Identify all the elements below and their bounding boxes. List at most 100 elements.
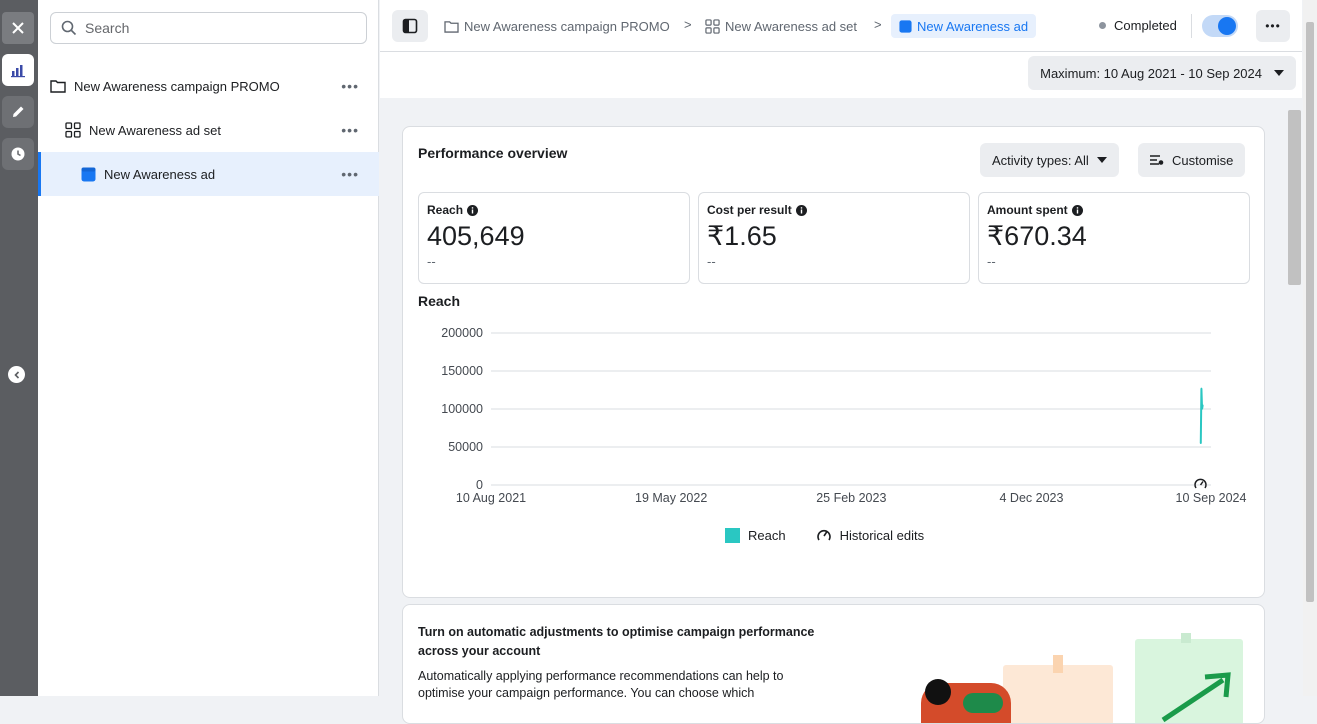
breadcrumb-campaign[interactable]: New Awareness campaign PROMO <box>444 14 670 38</box>
page-scrollbar-thumb[interactable] <box>1306 22 1314 602</box>
legend-label: Historical edits <box>839 527 925 543</box>
metric-change: -- <box>707 254 716 269</box>
legend-item-historical-edits[interactable]: Historical edits <box>816 527 925 543</box>
more-label: ••• <box>1265 19 1281 33</box>
caret-down-icon <box>1096 157 1107 163</box>
data-point <box>1200 387 1203 390</box>
recommendation-title: Turn on automatic adjustments to optimis… <box>418 625 815 658</box>
metric-label: Amount spent <box>987 203 1068 217</box>
pencil-icon <box>13 106 24 117</box>
breadcrumb-label: New Awareness ad <box>917 18 1029 34</box>
more-options-button[interactable]: ••• <box>341 166 359 182</box>
more-options-button[interactable]: ••• <box>341 122 359 138</box>
date-range-button[interactable]: Maximum: 10 Aug 2021 - 10 Sep 2024 <box>1028 56 1296 90</box>
chevron-left-icon <box>13 370 19 379</box>
ad-icon <box>899 19 912 33</box>
y-tick-label: 150000 <box>441 364 483 378</box>
tree-item-campaign[interactable]: New Awareness campaign PROMO ••• <box>38 64 379 108</box>
data-point <box>1199 442 1202 444</box>
chevron-right-icon: > <box>874 17 882 32</box>
ad-icon <box>81 167 96 182</box>
legend-item-reach[interactable]: Reach <box>725 527 786 543</box>
x-tick-label: 4 Dec 2023 <box>1000 491 1064 505</box>
close-button[interactable] <box>2 12 34 44</box>
performance-overview-card: Performance overview Activity types: All… <box>402 126 1265 598</box>
metric-change: -- <box>987 254 996 269</box>
data-point <box>1201 404 1204 406</box>
caret-down-icon <box>1274 70 1284 76</box>
metric-change: -- <box>427 254 436 269</box>
y-tick-label: 100000 <box>441 402 483 416</box>
tree-item-adset[interactable]: New Awareness ad set ••• <box>38 108 379 152</box>
tree-item-label: New Awareness campaign PROMO <box>74 78 280 94</box>
series-line-reach <box>1199 388 1204 444</box>
breadcrumb-adset[interactable]: New Awareness ad set <box>705 14 857 38</box>
date-bar: Maximum: 10 Aug 2021 - 10 Sep 2024 <box>380 52 1302 98</box>
metric-label: Reach <box>427 203 464 217</box>
search-icon <box>61 20 77 36</box>
activity-types-dropdown[interactable]: Activity types: All <box>980 143 1119 177</box>
customise-label: Customise <box>1172 152 1234 168</box>
folder-icon <box>444 20 459 33</box>
y-tick-label: 200000 <box>441 326 483 340</box>
y-tick-label: 0 <box>476 478 483 492</box>
content-scrollbar-thumb[interactable] <box>1288 110 1301 285</box>
customise-icon <box>1150 155 1164 165</box>
bar-chart-icon <box>11 65 25 78</box>
customise-button[interactable]: Customise <box>1138 143 1246 177</box>
metric-value: ₹670.34 <box>987 221 1087 251</box>
breadcrumb-label: New Awareness ad set <box>725 18 857 34</box>
date-range-label: Maximum: 10 Aug 2021 - 10 Sep 2024 <box>1040 65 1262 81</box>
more-options-button[interactable]: ••• <box>1256 10 1290 42</box>
tree-item-label: New Awareness ad set <box>89 122 221 138</box>
performance-tab-button[interactable] <box>2 54 34 86</box>
more-options-button[interactable]: ••• <box>341 78 359 94</box>
tree-item-ad[interactable]: New Awareness ad ••• <box>38 152 379 196</box>
metric-value: 405,649 <box>427 221 525 251</box>
sidebar-icon <box>402 18 418 34</box>
metric-card-amount-spent[interactable]: Amount spent ₹670.34 -- <box>978 192 1250 284</box>
metric-value: ₹1.65 <box>707 221 777 251</box>
icon-rail <box>0 0 38 696</box>
chevron-right-icon: > <box>684 17 692 32</box>
x-tick-label: 25 Feb 2023 <box>816 491 886 505</box>
chart-legend: Reach Historical edits <box>725 527 924 543</box>
grid-icon <box>705 18 720 34</box>
recommendation-body: Automatically applying performance recom… <box>418 669 784 700</box>
info-icon[interactable] <box>467 204 479 216</box>
info-icon[interactable] <box>795 204 807 216</box>
page-scrollbar[interactable] <box>1303 0 1317 696</box>
y-tick-label: 50000 <box>448 440 483 454</box>
status-divider <box>1191 14 1192 38</box>
breadcrumb-label: New Awareness campaign PROMO <box>464 18 670 34</box>
campaign-toggle[interactable] <box>1202 15 1238 37</box>
search-input[interactable]: Search <box>50 12 367 44</box>
search-placeholder: Search <box>85 20 130 36</box>
collapse-panel-button[interactable] <box>8 366 25 383</box>
legend-swatch <box>725 527 740 543</box>
metric-card-reach[interactable]: Reach 405,649 -- <box>418 192 690 284</box>
x-tick-label: 19 May 2022 <box>635 491 707 505</box>
close-icon <box>12 22 24 34</box>
chart-title: Reach <box>418 293 461 309</box>
edit-tab-button[interactable] <box>2 96 34 128</box>
campaign-tree-panel: Search New Awareness campaign PROMO ••• … <box>38 0 379 696</box>
folder-icon <box>50 79 66 93</box>
toggle-knob <box>1218 17 1236 35</box>
x-tick-label: 10 Aug 2021 <box>456 491 526 505</box>
activity-types-label: Activity types: All <box>992 152 1089 168</box>
toggle-sidebar-button[interactable] <box>392 10 428 42</box>
top-bar: New Awareness campaign PROMO > New Aware… <box>380 0 1302 52</box>
legend-label: Reach <box>748 527 786 543</box>
metric-label: Cost per result <box>707 203 792 217</box>
history-tab-button[interactable] <box>2 138 34 170</box>
card-title: Performance overview <box>418 145 568 161</box>
breadcrumb-ad[interactable]: New Awareness ad <box>891 14 1037 38</box>
x-tick-label: 10 Sep 2024 <box>1176 491 1247 505</box>
recommendation-card: Turn on automatic adjustments to optimis… <box>402 604 1265 724</box>
status-label: Completed <box>1114 18 1177 33</box>
metric-card-cost-per-result[interactable]: Cost per result ₹1.65 -- <box>698 192 970 284</box>
grid-icon <box>65 122 81 138</box>
recommendation-illustration <box>903 625 1263 723</box>
info-icon[interactable] <box>1071 204 1083 216</box>
